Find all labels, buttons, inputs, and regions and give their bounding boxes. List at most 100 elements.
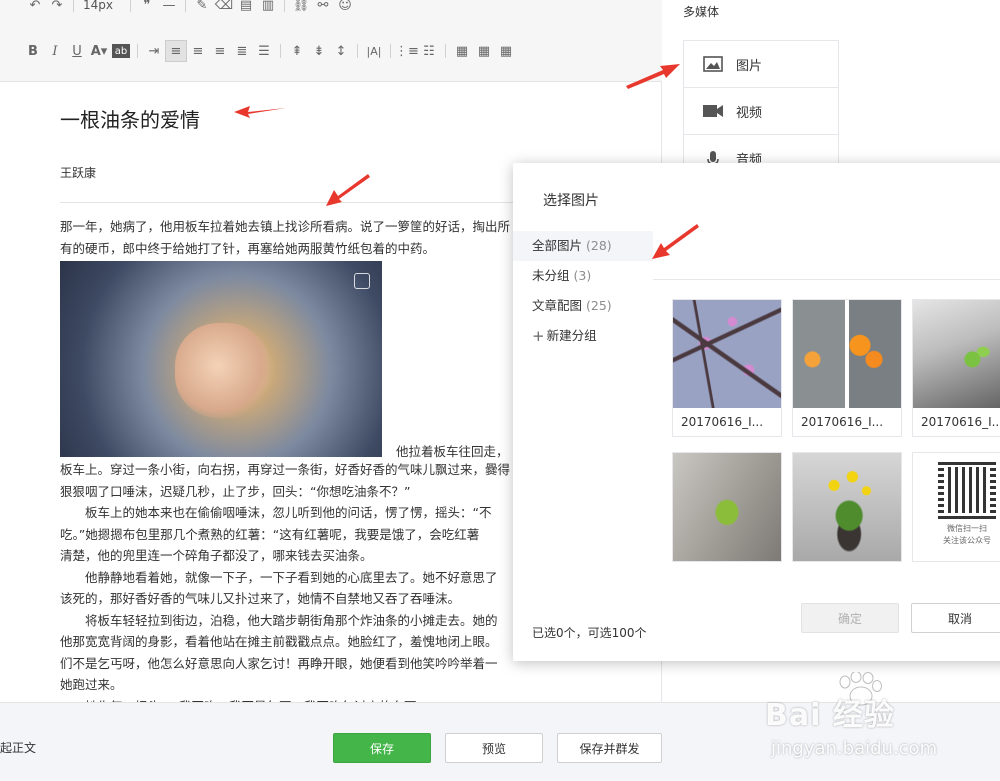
float-left-icon[interactable]: ▦ — [451, 40, 473, 62]
image-thumbnail[interactable]: 微信扫一扫 关注该公众号 — [912, 452, 1000, 562]
group-item-all[interactable]: 全部图片 (28) — [513, 231, 653, 261]
letter-spacing-icon[interactable]: |A| — [363, 40, 385, 62]
qr-code-icon — [938, 461, 996, 519]
title-divider — [60, 202, 530, 203]
thumbnail-filename: 20170616_I... — [681, 415, 764, 429]
article-body[interactable]: 那一年，她病了，他用板车拉着她去镇上找诊所看病。说了一箩筐的好话，掏出所 有的硬… — [60, 216, 530, 717]
float-right-icon[interactable]: ▦ — [473, 40, 495, 62]
thumbnail-image — [913, 300, 1000, 408]
toolbar-divider — [185, 0, 186, 12]
unordered-list-icon[interactable]: ☷ — [418, 40, 440, 62]
emoji-icon[interactable]: ☺ — [334, 0, 356, 16]
thumbnail-image — [673, 453, 781, 561]
collapse-body-link[interactable]: 收起正文 — [0, 739, 36, 756]
new-group-label: 新建分组 — [546, 328, 597, 343]
align-justify-icon[interactable]: ≣ — [231, 40, 253, 62]
spacing-after-icon[interactable]: ⇟ — [308, 40, 330, 62]
thumbnail-image — [673, 300, 781, 408]
article-author[interactable]: 王跃康 — [60, 164, 96, 181]
toolbar-divider — [73, 0, 74, 12]
image-thumbnail[interactable]: 20170616_I... — [792, 299, 902, 437]
redo-icon[interactable]: ↷ — [46, 0, 68, 16]
image-icon — [702, 56, 724, 72]
group-count: (28) — [586, 238, 612, 253]
paragraph-spacing-icon[interactable]: ☰ — [253, 40, 275, 62]
body-line: 将板车轻轻拉到街边，泊稳，他大踏步朝街角那个炸油条的小摊走去。她的 — [60, 612, 498, 628]
new-group-button[interactable]: + 新建分组 — [513, 321, 653, 351]
background-color-icon[interactable]: ab — [112, 44, 130, 58]
thumbnail-image — [793, 453, 901, 561]
plus-icon: + — [532, 327, 545, 345]
qr-code-thumbnail: 微信扫一扫 关注该公众号 — [913, 453, 1000, 561]
article-title[interactable]: 一根油条的爱情 — [60, 104, 200, 133]
media-item-label: 视频 — [736, 105, 763, 121]
media-item-image[interactable]: 图片 — [684, 41, 838, 88]
body-line: 狠狠咽了口唾沫，迟疑几秒，止了步，回头：“你想吃油条不？” — [60, 483, 411, 499]
image-thumbnail[interactable]: 20170616_I... — [672, 299, 782, 437]
quote-icon[interactable]: ❞ — [136, 0, 158, 16]
toolbar-divider — [357, 44, 358, 58]
clear-format-icon[interactable]: ⌫ — [213, 0, 235, 16]
align-center-icon[interactable]: ≡ — [187, 40, 209, 62]
dialog-title: 选择图片 — [543, 193, 599, 209]
thumbnail-image — [793, 300, 901, 408]
unlink-icon[interactable]: ⚯ — [312, 0, 334, 16]
italic-icon[interactable]: I — [44, 40, 66, 62]
image-expand-icon[interactable] — [354, 273, 370, 289]
media-item-video[interactable]: 视频 — [684, 88, 838, 135]
line-height-icon[interactable]: ↕ — [330, 40, 352, 62]
thumbnail-filename: 20170616_I... — [801, 415, 884, 429]
font-size-select[interactable]: 14px — [79, 0, 125, 12]
horizontal-rule-icon[interactable]: — — [158, 0, 180, 16]
body-line: 有的硬币，郎中终于给她打了针，再塞给她两服黄竹纸包着的中药。 — [60, 240, 436, 256]
insert-template-icon[interactable]: ▤ — [235, 0, 257, 16]
spacing-before-icon[interactable]: ⇞ — [286, 40, 308, 62]
ordered-list-icon[interactable]: ⋮≡ — [395, 40, 419, 62]
toolbar-row-2: B I U A▾ ab ⇥ ≡ ≡ ≡ ≣ ☰ ⇞ ⇟ ↕ |A| ⋮≡ ☷ ▦… — [22, 40, 517, 62]
group-count: (25) — [586, 298, 612, 313]
toolbar-divider — [137, 44, 138, 58]
group-item-ungrouped[interactable]: 未分组 (3) — [513, 261, 653, 291]
qr-caption: 关注该公众号 — [943, 536, 991, 545]
float-none-icon[interactable]: ▦ — [495, 40, 517, 62]
format-painter-icon[interactable]: ✎ — [191, 0, 213, 16]
underline-icon[interactable]: U — [66, 40, 88, 62]
link-icon[interactable]: ⛓ — [290, 0, 312, 16]
body-line: 他那宽宽背阔的身影，看着他站在摊主前戳戳点点。她脸红了，羞愧地闭上眼。 — [60, 634, 498, 649]
toolbar-divider — [445, 44, 446, 58]
body-line: 清楚，他的兜里连一个碎角子都没了，哪来钱去买油条。 — [60, 548, 373, 563]
preview-button[interactable]: 预览 — [445, 733, 543, 763]
image-thumbnail[interactable]: 20170616_I... — [912, 299, 1000, 437]
editor-toolbar: ↶ ↷ 14px ❞ — ✎ ⌫ ▤ ▥ ⛓ ⚯ ☺ B I U A▾ ab ⇥… — [0, 0, 662, 82]
save-button[interactable]: 保存 — [333, 733, 431, 763]
save-and-publish-button[interactable]: 保存并群发 — [557, 733, 662, 763]
bold-icon[interactable]: B — [22, 40, 44, 62]
group-name: 未分组 — [532, 268, 570, 283]
image-thumbnail[interactable] — [672, 452, 782, 562]
video-icon — [702, 103, 724, 119]
align-right-icon[interactable]: ≡ — [209, 40, 231, 62]
article-photo[interactable] — [60, 261, 382, 457]
body-line: 板车上的她本来也在偷偷咽唾沫，忽儿听到他的问话，愣了愣，摇头：“不 — [60, 505, 492, 520]
toolbar-divider — [280, 44, 281, 58]
body-line: 他拉着板车往回走， — [396, 444, 509, 459]
group-name: 文章配图 — [532, 298, 583, 313]
group-count: (3) — [573, 268, 592, 283]
image-thumbnail[interactable] — [792, 452, 902, 562]
confirm-button[interactable]: 确定 — [801, 603, 899, 633]
toolbar-row-1: ↶ ↷ 14px ❞ — ✎ ⌫ ▤ ▥ ⛓ ⚯ ☺ — [24, 0, 356, 16]
body-line: 吃。”她摁摁布包里那几个煮熟的红薯：“这有红薯呢，我要是饿了，会吃红薯 — [60, 526, 480, 542]
body-line: 该死的，那好香好香的气味儿又扑过来了，她情不自禁地又吞了吞唾沫。 — [60, 591, 461, 606]
body-line: 她跑过来。 — [60, 677, 123, 692]
body-line: 那一年，她病了，他用板车拉着她去镇上找诊所看病。说了一箩筐的好话，掏出所 — [60, 219, 511, 234]
align-left-icon[interactable]: ≡ — [165, 40, 187, 62]
multimedia-title: 多媒体 — [683, 5, 720, 19]
image-grid: 20170616_I... 20170616_I... 20170616_I..… — [672, 299, 1000, 569]
document-icon[interactable]: ▥ — [257, 0, 279, 16]
indent-icon[interactable]: ⇥ — [143, 40, 165, 62]
font-color-icon[interactable]: A▾ — [88, 40, 110, 62]
undo-icon[interactable]: ↶ — [24, 0, 46, 16]
cancel-button[interactable]: 取消 — [911, 603, 1000, 633]
bottom-action-bar: 收起正文 保存 预览 保存并群发 — [0, 702, 1000, 781]
group-item-article-images[interactable]: 文章配图 (25) — [513, 291, 653, 321]
